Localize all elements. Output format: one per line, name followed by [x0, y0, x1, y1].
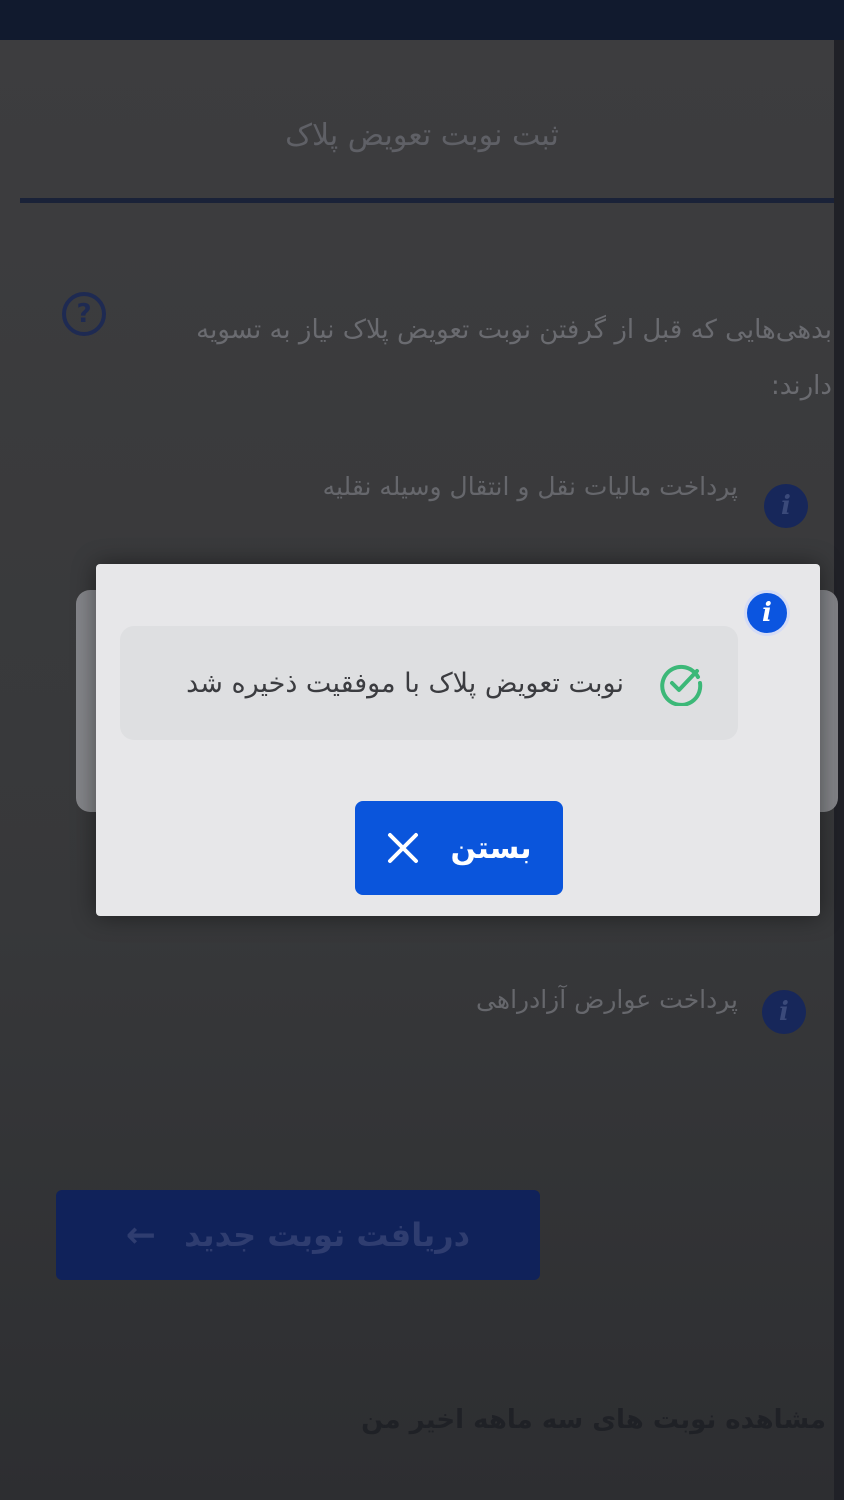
page-title: ثبت نوبت تعویض پلاک — [285, 118, 559, 153]
close-button[interactable]: بستن — [355, 801, 563, 895]
debt-item-label: پرداخت عوارض آزادراهی — [476, 985, 738, 1014]
status-bar — [0, 0, 844, 40]
close-icon — [388, 833, 419, 863]
close-button-label: بستن — [450, 830, 532, 866]
success-message: نوبت تعویض پلاک با موفقیت ذخیره شد — [186, 667, 624, 699]
message-box: نوبت تعویض پلاک با موفقیت ذخیره شد — [120, 626, 738, 740]
debt-item-freeway[interactable]: پرداخت عوارض آزادراهی — [476, 985, 738, 1014]
info-icon[interactable]: i — [762, 990, 806, 1034]
new-appointment-label: دریافت نوبت جدید — [184, 1216, 471, 1254]
info-icon: i — [744, 590, 790, 636]
intro-text: بدهی‌هایی که قبل از گرفتن نوبت تعویض پلا… — [196, 315, 832, 401]
header-divider — [20, 198, 844, 203]
debt-item-label: پرداخت مالیات نقل و انتقال وسیله نقلیه — [322, 472, 738, 501]
success-dialog: i نوبت تعویض پلاک با موفقیت ذخیره شد بست… — [96, 564, 820, 916]
debt-item-tax[interactable]: پرداخت مالیات نقل و انتقال وسیله نقلیه — [323, 472, 738, 501]
info-icon[interactable]: i — [764, 484, 808, 528]
arrow-left-icon: ← — [125, 1214, 157, 1256]
check-circle-icon — [660, 664, 703, 706]
recent-appointments-link[interactable]: مشاهده نوبت های سه ماهه اخیر من — [361, 1405, 826, 1435]
new-appointment-button[interactable]: دریافت نوبت جدید ← — [56, 1190, 540, 1280]
question-circle-icon[interactable]: ? — [62, 292, 106, 336]
app-screen: ثبت نوبت تعویض پلاک بدهی‌هایی که قبل از … — [0, 0, 844, 1500]
